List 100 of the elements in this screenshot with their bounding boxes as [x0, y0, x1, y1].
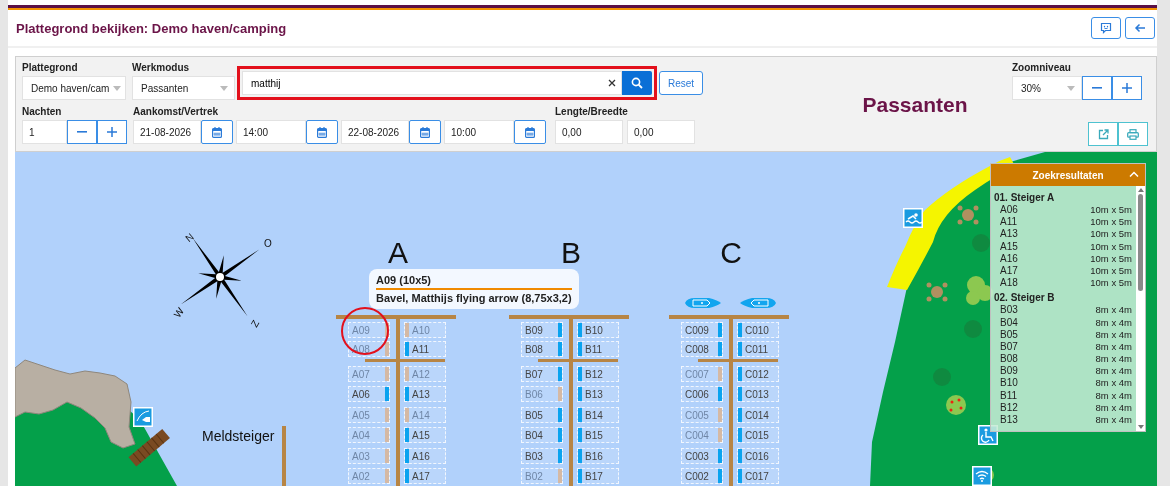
- mode-title: Passanten: [862, 93, 968, 118]
- result-berth[interactable]: A11: [1000, 216, 1018, 229]
- berth[interactable]: B09: [521, 322, 563, 338]
- result-size: 10m x 5m: [1090, 240, 1132, 253]
- field-label: Nachten: [22, 106, 63, 118]
- mode-select[interactable]: Passanten: [132, 76, 235, 100]
- date-field[interactable]: 22-08-2026: [341, 120, 409, 144]
- date-field[interactable]: 21-08-2026: [133, 120, 201, 144]
- berth[interactable]: C008: [681, 341, 723, 357]
- open-external-button[interactable]: [1088, 122, 1118, 146]
- berth[interactable]: C014: [737, 407, 779, 423]
- berth[interactable]: C017: [737, 468, 779, 484]
- scrollbar[interactable]: [1136, 186, 1145, 431]
- search-button[interactable]: [622, 71, 652, 95]
- increase-button[interactable]: [97, 120, 127, 144]
- calendar-button[interactable]: [409, 120, 441, 144]
- result-berth[interactable]: B03: [1000, 304, 1018, 317]
- result-berth[interactable]: A17: [1000, 264, 1018, 278]
- berth[interactable]: A11: [404, 341, 446, 357]
- tooltip-text: Bavel, Matthijs flying arrow (8,75x3,2): [376, 292, 572, 304]
- result-berth[interactable]: B05: [1000, 328, 1018, 341]
- result-berth[interactable]: B10: [1000, 377, 1018, 390]
- berth[interactable]: A06: [348, 386, 390, 402]
- berth[interactable]: B13: [577, 386, 619, 402]
- berth[interactable]: B16: [577, 448, 619, 464]
- zoom-in-button[interactable]: [1112, 76, 1142, 100]
- result-berth[interactable]: B11: [1000, 389, 1018, 402]
- berth[interactable]: C013: [737, 386, 779, 402]
- result-berth[interactable]: B08: [1000, 353, 1018, 366]
- calendar-button[interactable]: [201, 120, 233, 144]
- result-size: 10m x 5m: [1090, 216, 1132, 229]
- berth[interactable]: B14: [577, 407, 619, 423]
- scroll-thumb[interactable]: [1138, 194, 1143, 291]
- result-berth[interactable]: B12: [1000, 401, 1018, 414]
- berth[interactable]: B17: [577, 468, 619, 484]
- width-field[interactable]: 0,00: [627, 120, 695, 144]
- scroll-down-icon: [1137, 425, 1144, 429]
- result-berth[interactable]: A06: [1000, 204, 1018, 217]
- berth[interactable]: C006: [681, 386, 723, 402]
- calendar-button[interactable]: [306, 120, 338, 144]
- calendar-button[interactable]: [514, 120, 546, 144]
- result-size: 8m x 4m: [1095, 340, 1132, 354]
- result-berth[interactable]: A18: [1000, 277, 1018, 290]
- berth[interactable]: B04: [521, 427, 563, 443]
- result-size: 10m x 5m: [1090, 204, 1132, 217]
- print-button[interactable]: [1118, 122, 1148, 146]
- result-berth[interactable]: A15: [1000, 240, 1018, 253]
- chat-icon: [1100, 22, 1112, 34]
- field-label: Lengte/Breedte: [555, 106, 629, 118]
- field-label: Plattegrond: [22, 62, 79, 74]
- berth[interactable]: B11: [577, 341, 619, 357]
- berth[interactable]: B08: [521, 341, 563, 357]
- calendar-icon: [420, 126, 430, 138]
- result-berth[interactable]: B09: [1000, 365, 1018, 378]
- berth[interactable]: B03: [521, 448, 563, 464]
- berth[interactable]: A13: [404, 386, 446, 402]
- field-label: Zoomniveau: [1012, 62, 1072, 74]
- compass-label: W: [171, 305, 186, 320]
- berth[interactable]: C015: [737, 427, 779, 443]
- chevron-up-icon[interactable]: [1129, 171, 1139, 177]
- berth[interactable]: B10: [577, 322, 619, 338]
- berth[interactable]: C009: [681, 322, 723, 338]
- nights-field[interactable]: 1: [22, 120, 67, 144]
- back-arrow-icon: [1134, 23, 1146, 33]
- berth[interactable]: B05: [521, 407, 563, 423]
- fishing-icon: [133, 407, 153, 427]
- time-field[interactable]: 10:00: [444, 120, 514, 144]
- berth[interactable]: C012: [737, 366, 779, 382]
- result-size: 8m x 4m: [1095, 316, 1132, 329]
- map-select[interactable]: Demo haven/cam: [22, 76, 126, 100]
- berth[interactable]: A15: [404, 427, 446, 443]
- fruit-bush-icon: [946, 395, 966, 415]
- berth[interactable]: B15: [577, 427, 619, 443]
- back-button[interactable]: [1125, 17, 1155, 39]
- berth[interactable]: B12: [577, 366, 619, 382]
- berth[interactable]: A17: [404, 468, 446, 484]
- berth[interactable]: C003: [681, 448, 723, 464]
- berth[interactable]: C002: [681, 468, 723, 484]
- pier-label: C: [719, 238, 743, 268]
- result-berth[interactable]: B07: [1000, 340, 1018, 354]
- zoom-select[interactable]: 30%: [1012, 76, 1082, 100]
- group-title: 01. Steiger A: [994, 191, 1056, 204]
- result-size: 10m x 5m: [1090, 228, 1132, 241]
- result-berth[interactable]: B13: [1000, 414, 1018, 427]
- result-berth[interactable]: B04: [1000, 316, 1018, 329]
- reset-button[interactable]: Reset: [659, 71, 704, 95]
- zoom-out-button[interactable]: [1082, 76, 1112, 100]
- berth[interactable]: C011: [737, 341, 779, 357]
- result-berth[interactable]: A16: [1000, 252, 1018, 265]
- length-field[interactable]: 0,00: [555, 120, 623, 144]
- time-field[interactable]: 14:00: [236, 120, 306, 144]
- result-berth[interactable]: A13: [1000, 228, 1018, 241]
- field-label: Werkmodus: [132, 62, 191, 74]
- berth[interactable]: B07: [521, 366, 563, 382]
- calendar-icon: [525, 126, 535, 138]
- berth[interactable]: C016: [737, 448, 779, 464]
- berth[interactable]: C010: [737, 322, 779, 338]
- decrease-button[interactable]: [67, 120, 97, 144]
- berth[interactable]: A16: [404, 448, 446, 464]
- feedback-button[interactable]: [1091, 17, 1121, 39]
